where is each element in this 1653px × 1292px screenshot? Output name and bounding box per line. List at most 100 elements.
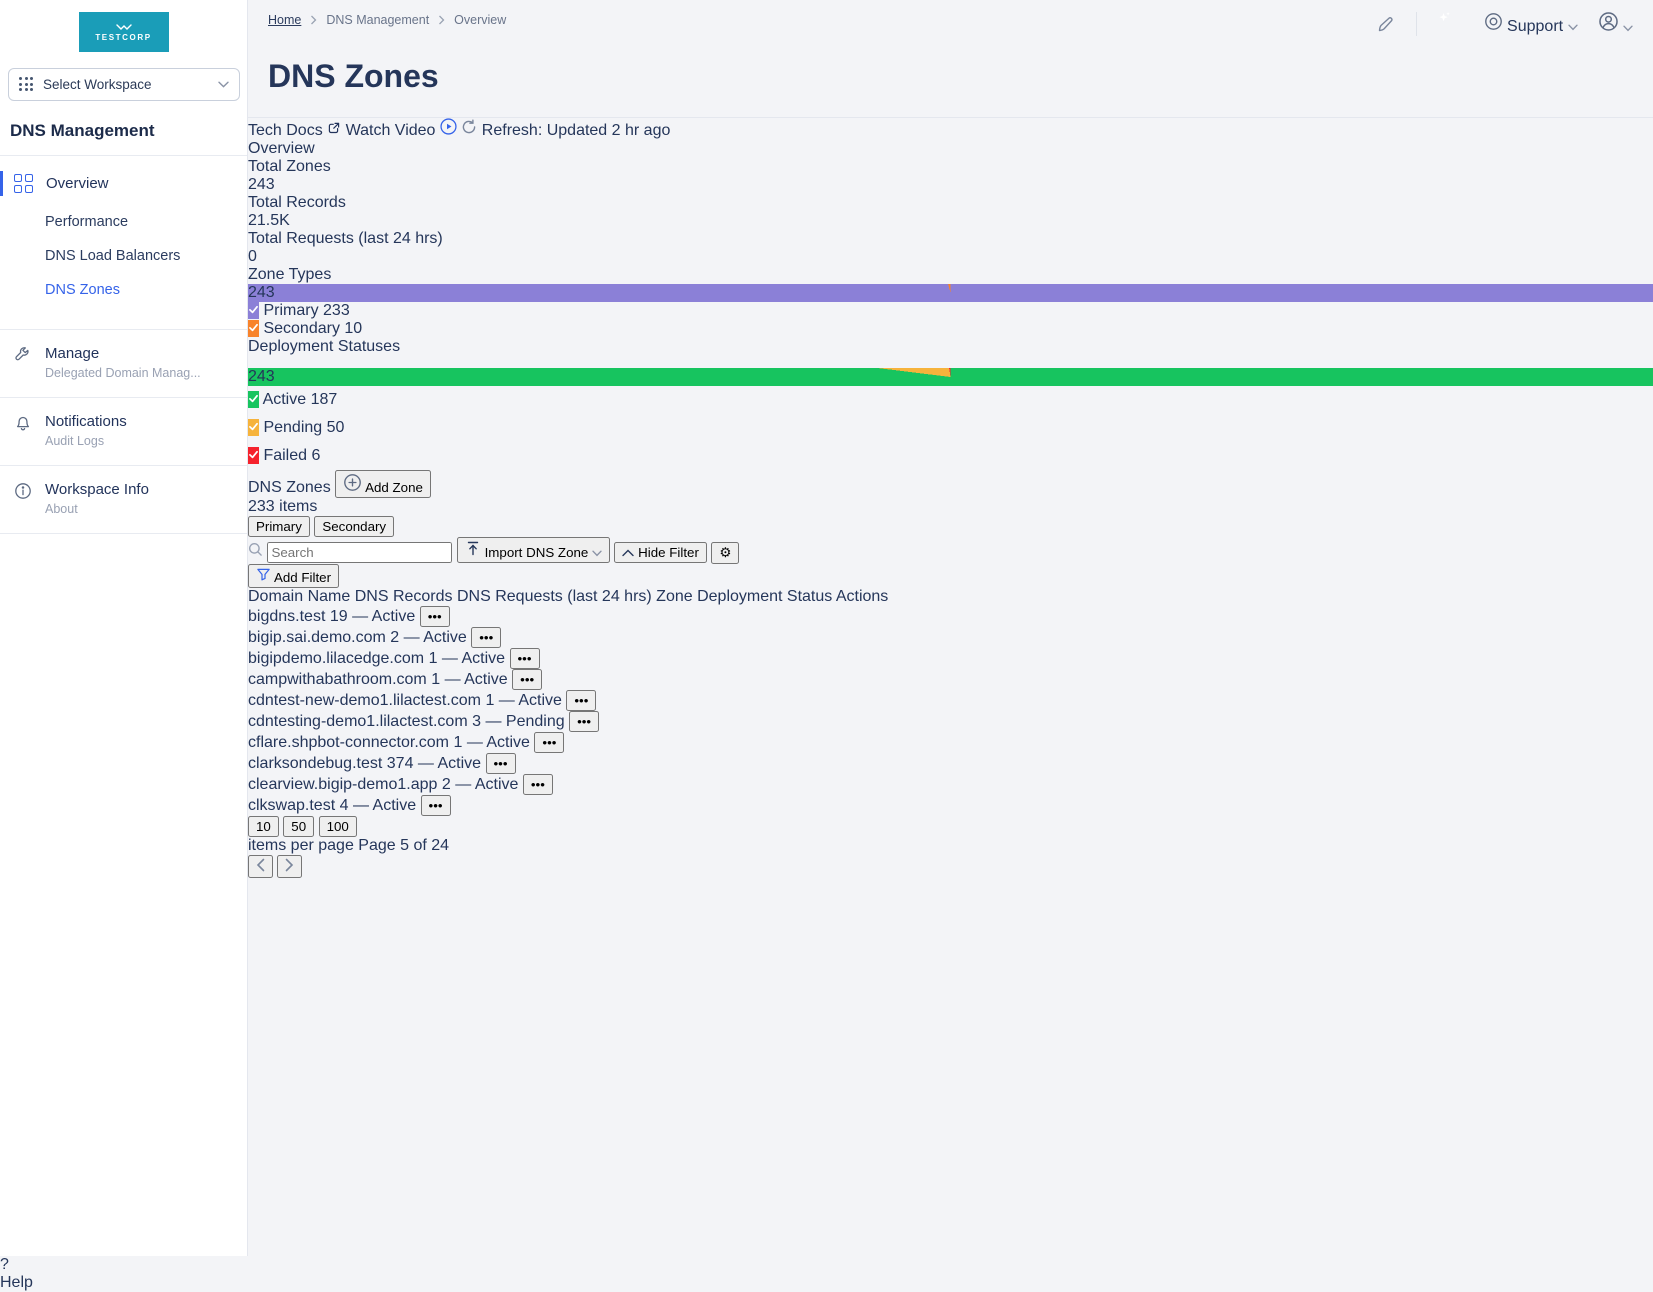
dns-records-value: 2 bbox=[442, 776, 451, 793]
checkbox-icon[interactable] bbox=[248, 419, 259, 436]
breadcrumb: Home DNS Management Overview bbox=[268, 10, 506, 27]
previous-page-button[interactable] bbox=[248, 855, 273, 878]
bell-icon bbox=[14, 414, 32, 432]
table-settings-gear-icon[interactable]: ⚙ bbox=[711, 542, 739, 564]
checkbox-icon[interactable] bbox=[248, 302, 259, 319]
dns-records-value: 1 bbox=[453, 734, 462, 751]
page-size-10[interactable]: 10 bbox=[248, 816, 279, 837]
refresh-button[interactable]: Refresh: Updated 2 hr ago bbox=[461, 122, 670, 139]
import-dns-zone-button[interactable]: Import DNS Zone bbox=[457, 537, 610, 563]
legend-item-pending[interactable]: Pending 50 bbox=[248, 414, 1653, 442]
card-title: Deployment Statuses bbox=[248, 338, 1653, 356]
row-actions-button[interactable]: ••• bbox=[569, 711, 599, 732]
tech-docs-link[interactable]: Tech Docs bbox=[248, 122, 346, 139]
sidebar-item-overview[interactable]: Overview bbox=[0, 162, 247, 205]
row-actions-button[interactable]: ••• bbox=[523, 774, 553, 795]
row-actions-button[interactable]: ••• bbox=[566, 690, 596, 711]
chevron-right-icon bbox=[438, 15, 445, 25]
pen-icon[interactable] bbox=[1376, 14, 1396, 34]
support-menu[interactable]: Support bbox=[1484, 12, 1578, 36]
watch-video-link[interactable]: Watch Video bbox=[346, 122, 462, 139]
status-cell: Active bbox=[461, 650, 505, 667]
row-actions-button[interactable]: ••• bbox=[471, 627, 501, 648]
domain-link[interactable]: bigdns.test bbox=[248, 608, 325, 625]
legend-item-secondary[interactable]: Secondary 10 bbox=[248, 320, 1653, 338]
dns-records-value: 374 bbox=[387, 755, 414, 772]
page-size-100[interactable]: 100 bbox=[319, 816, 357, 837]
testcorp-logo: TESTCORP bbox=[79, 12, 169, 52]
total-requests-link[interactable]: Total Requests (last 24 hrs) bbox=[248, 230, 1653, 248]
add-filter-button[interactable]: Add Filter bbox=[248, 564, 339, 588]
legend-item-failed[interactable]: Failed 6 bbox=[248, 442, 1653, 470]
search-input[interactable] bbox=[267, 542, 452, 563]
sidebar-item-label: Manage bbox=[45, 345, 201, 362]
legend-value: 6 bbox=[311, 447, 320, 464]
help-button[interactable]: Help bbox=[0, 1274, 1653, 1292]
sidebar-item-label: Notifications bbox=[45, 413, 127, 430]
status-cell: Active bbox=[464, 671, 508, 688]
help-question-button[interactable]: ? bbox=[0, 1256, 1653, 1274]
dns-records-value: 1 bbox=[429, 650, 438, 667]
row-actions-button[interactable]: ••• bbox=[534, 732, 564, 753]
checkbox-icon[interactable] bbox=[248, 391, 259, 408]
deployment-statuses-donut-chart: 243 bbox=[248, 368, 1653, 386]
table-row: bigdns.test 19 — Active ••• bbox=[248, 606, 1653, 627]
row-actions-button[interactable]: ••• bbox=[486, 753, 516, 774]
workspace-selector[interactable]: Select Workspace bbox=[8, 68, 240, 101]
add-zone-button[interactable]: Add Zone bbox=[335, 470, 431, 498]
chevron-right-icon bbox=[285, 858, 294, 872]
status-label: Active bbox=[461, 650, 505, 667]
column-header-domain-name[interactable]: Domain Name bbox=[248, 588, 355, 605]
domain-link[interactable]: clkswap.test bbox=[248, 797, 335, 814]
sidebar-item-workspace-info[interactable]: Workspace Info About bbox=[0, 465, 247, 534]
upload-icon bbox=[465, 540, 481, 557]
domain-link[interactable]: clarksondebug.test bbox=[248, 755, 382, 772]
domain-link[interactable]: bigipdemo.lilacedge.com bbox=[248, 650, 424, 667]
logo-wings-icon bbox=[115, 23, 133, 31]
chevron-left-icon bbox=[256, 858, 265, 872]
chevron-down-icon bbox=[592, 550, 602, 557]
sidebar-item-dns-zones[interactable]: DNS Zones bbox=[0, 273, 247, 307]
row-actions-button[interactable]: ••• bbox=[512, 669, 542, 690]
status-cell: Active bbox=[475, 776, 519, 793]
zone-types-card: Zone Types 243 Primary 233 Secondary bbox=[248, 266, 1653, 338]
domain-link[interactable]: campwithabathroom.com bbox=[248, 671, 427, 688]
legend-item-primary[interactable]: Primary 233 bbox=[248, 302, 1653, 320]
sidebar-item-manage[interactable]: Manage Delegated Domain Manag... bbox=[0, 329, 247, 397]
legend-value: 10 bbox=[344, 320, 362, 337]
table-row: bigip.sai.demo.com 2 — Active ••• bbox=[248, 627, 1653, 648]
page-size-50[interactable]: 50 bbox=[283, 816, 314, 837]
table-row: cdntest-new-demo1.lilactest.com 1 — Acti… bbox=[248, 690, 1653, 711]
search-box[interactable] bbox=[248, 544, 457, 561]
domain-link[interactable]: bigip.sai.demo.com bbox=[248, 629, 386, 646]
next-page-button[interactable] bbox=[277, 855, 302, 878]
row-actions-button[interactable]: ••• bbox=[420, 606, 450, 627]
sidebar-item-notifications[interactable]: Notifications Audit Logs bbox=[0, 397, 247, 465]
legend-label: Secondary bbox=[263, 320, 340, 337]
status-cell: Active bbox=[486, 734, 530, 751]
breadcrumb-home[interactable]: Home bbox=[268, 13, 301, 27]
domain-link[interactable]: cflare.shpbot-connector.com bbox=[248, 734, 449, 751]
sidebar-item-performance[interactable]: Performance bbox=[0, 205, 247, 239]
tab-primary[interactable]: Primary bbox=[248, 516, 310, 537]
sidebar-item-dns-load-balancers[interactable]: DNS Load Balancers bbox=[0, 239, 247, 273]
grid-dots-icon bbox=[19, 77, 34, 92]
account-menu[interactable] bbox=[1598, 11, 1633, 37]
domain-link[interactable]: cdntesting-demo1.lilactest.com bbox=[248, 713, 468, 730]
breadcrumb-overview[interactable]: Overview bbox=[454, 13, 506, 27]
row-actions-button[interactable]: ••• bbox=[421, 795, 451, 816]
summary-cards: Overview Total Zones 243 Total Records 2… bbox=[248, 140, 1653, 470]
hide-filter-button[interactable]: Hide Filter bbox=[614, 542, 706, 563]
domain-link[interactable]: cdntest-new-demo1.lilactest.com bbox=[248, 692, 481, 709]
tab-secondary[interactable]: Secondary bbox=[314, 516, 394, 537]
legend-item-active[interactable]: Active 187 bbox=[248, 386, 1653, 414]
checkbox-icon[interactable] bbox=[248, 447, 259, 464]
domain-link[interactable]: clearview.bigip-demo1.app bbox=[248, 776, 437, 793]
checkbox-icon[interactable] bbox=[248, 320, 259, 337]
ai-assistant-icon[interactable] bbox=[1437, 10, 1464, 37]
help-tab: ? Help bbox=[0, 1256, 1653, 1292]
logo-text: TESTCORP bbox=[95, 33, 151, 42]
dns-requests-value: — bbox=[352, 608, 368, 625]
row-actions-button[interactable]: ••• bbox=[510, 648, 540, 669]
breadcrumb-dns-management[interactable]: DNS Management bbox=[326, 13, 429, 27]
